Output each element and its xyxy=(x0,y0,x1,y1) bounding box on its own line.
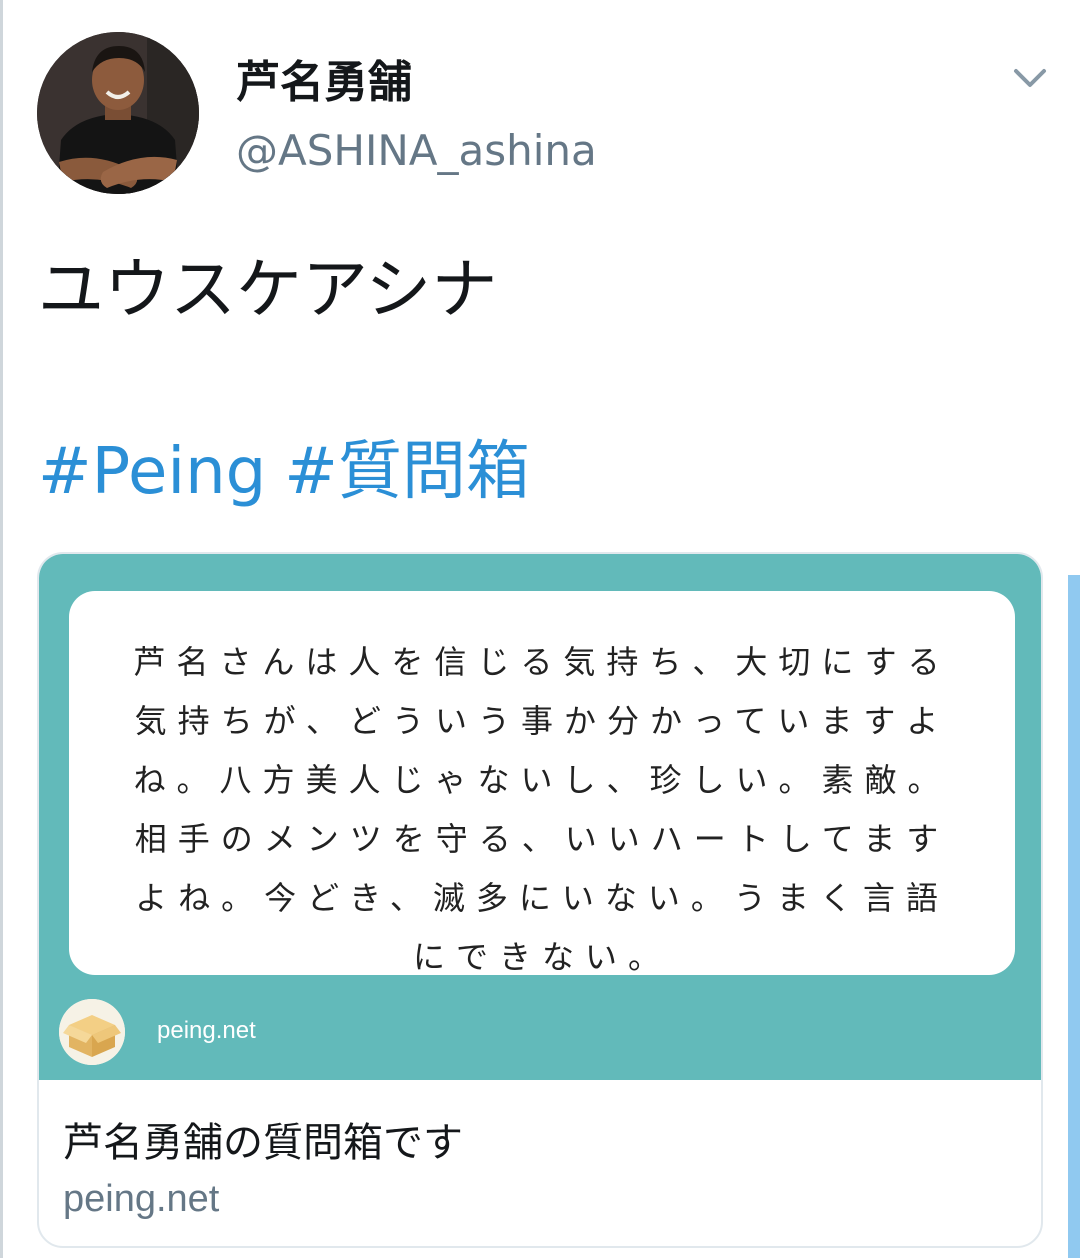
timeline-border xyxy=(0,0,3,1258)
hashtag-shitsumonbako[interactable]: #質問箱 xyxy=(284,435,530,509)
avatar[interactable] xyxy=(37,32,199,194)
scrollbar[interactable] xyxy=(1068,575,1080,1258)
author-handle[interactable]: @ASHINA_ashina xyxy=(236,126,597,175)
question-box: 芦名さんは人を信じる気持ち、大切にする気持ちが、どういう事か分かっていますよね。… xyxy=(69,591,1015,976)
card-site-label: peing.net xyxy=(157,1017,256,1044)
hashtag-peing[interactable]: #Peing xyxy=(38,435,266,509)
author-display-name[interactable]: 芦名勇舗 xyxy=(236,46,412,110)
chevron-down-icon[interactable] xyxy=(1010,58,1050,98)
card-title[interactable]: 芦名勇舗の質問箱です xyxy=(63,1110,463,1168)
card-image: 芦名さんは人を信じる気持ち、大切にする気持ちが、どういう事か分かっていますよね。… xyxy=(39,554,1041,1080)
card-domain: peing.net xyxy=(63,1178,220,1220)
avatar-photo xyxy=(37,32,199,194)
link-card[interactable]: 芦名さんは人を信じる気持ち、大切にする気持ちが、どういう事か分かっていますよね。… xyxy=(37,552,1043,1248)
cardboard-box-icon xyxy=(59,999,125,1065)
tweet-text: ユウスケアシナ xyxy=(38,251,498,328)
question-text: 芦名さんは人を信じる気持ち、大切にする気持ちが、どういう事か分かっていますよね。… xyxy=(133,643,951,976)
hashtag-row: #Peing #質問箱 xyxy=(38,420,548,512)
